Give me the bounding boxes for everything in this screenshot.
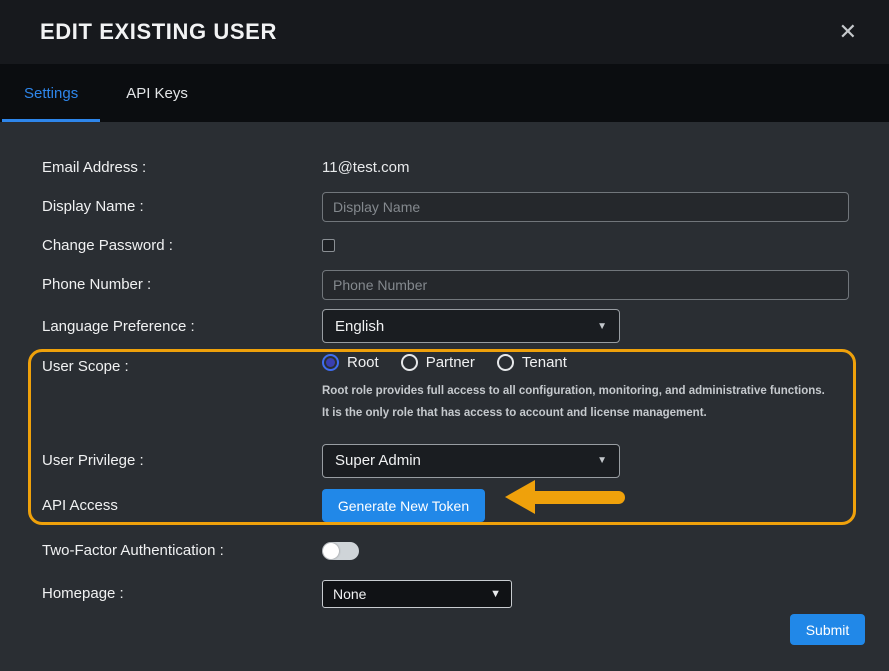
submit-button[interactable]: Submit	[790, 614, 865, 645]
radio-root-label: Root	[347, 354, 379, 371]
phone-label: Phone Number :	[42, 276, 322, 293]
user-privilege-selected-value: Super Admin	[335, 452, 597, 469]
generate-token-button[interactable]: Generate New Token	[322, 489, 485, 522]
help-line-2: It is the only role that has access to a…	[322, 403, 865, 425]
change-password-label: Change Password :	[42, 237, 322, 254]
language-label: Language Preference :	[42, 318, 322, 335]
user-privilege-row: User Privilege : Super Admin ▼	[42, 439, 865, 483]
tab-settings[interactable]: Settings	[0, 64, 102, 122]
change-password-row: Change Password :	[42, 226, 865, 265]
api-access-label: API Access	[42, 497, 322, 514]
radio-selected-icon	[322, 354, 339, 371]
radio-unselected-icon	[401, 354, 418, 371]
help-line-1: Root role provides full access to all co…	[322, 381, 865, 403]
radio-root[interactable]: Root	[322, 354, 379, 371]
display-name-input[interactable]	[322, 192, 849, 222]
user-scope-label: User Scope :	[42, 354, 322, 375]
homepage-select[interactable]: None ▼	[322, 580, 512, 608]
homepage-selected-value: None	[333, 586, 490, 602]
radio-tenant[interactable]: Tenant	[497, 354, 567, 371]
homepage-label: Homepage :	[42, 585, 322, 602]
email-label: Email Address :	[42, 159, 322, 176]
user-scope-row: User Scope : Root Partner Tenant	[42, 354, 865, 425]
chevron-down-icon: ▼	[597, 321, 607, 332]
chevron-down-icon: ▼	[597, 455, 607, 466]
user-privilege-dropdown[interactable]: Super Admin ▼	[322, 444, 620, 478]
tab-api-keys[interactable]: API Keys	[102, 64, 212, 122]
user-scope-radio-group: Root Partner Tenant	[322, 354, 865, 371]
display-name-label: Display Name :	[42, 198, 322, 215]
phone-input[interactable]	[322, 270, 849, 300]
api-access-row: API Access Generate New Token	[42, 483, 865, 529]
homepage-row: Homepage : None ▼	[42, 573, 865, 615]
radio-partner-label: Partner	[426, 354, 475, 371]
toggle-knob	[323, 543, 339, 559]
language-row: Language Preference : English ▼	[42, 304, 865, 348]
language-selected-value: English	[335, 318, 597, 335]
radio-partner[interactable]: Partner	[401, 354, 475, 371]
two-factor-label: Two-Factor Authentication :	[42, 542, 322, 559]
form-body: Email Address : 11@test.com Display Name…	[0, 122, 889, 671]
change-password-checkbox[interactable]	[322, 239, 335, 252]
modal-header: EDIT EXISTING USER ✕	[0, 0, 889, 64]
language-dropdown[interactable]: English ▼	[322, 309, 620, 343]
edit-user-modal: EDIT EXISTING USER ✕ Settings API Keys E…	[0, 0, 889, 671]
user-scope-help-text: Root role provides full access to all co…	[322, 381, 865, 425]
close-icon[interactable]: ✕	[831, 17, 865, 47]
two-factor-toggle[interactable]	[322, 542, 359, 560]
phone-row: Phone Number :	[42, 265, 865, 304]
submit-row: Submit	[790, 614, 865, 645]
email-value: 11@test.com	[322, 159, 409, 176]
user-privilege-label: User Privilege :	[42, 452, 322, 469]
tab-strip: Settings API Keys	[0, 64, 889, 122]
two-factor-row: Two-Factor Authentication :	[42, 529, 865, 573]
radio-tenant-label: Tenant	[522, 354, 567, 371]
page-title: EDIT EXISTING USER	[40, 19, 831, 45]
chevron-down-icon: ▼	[490, 588, 501, 600]
display-name-row: Display Name :	[42, 187, 865, 226]
email-row: Email Address : 11@test.com	[42, 148, 865, 187]
radio-unselected-icon	[497, 354, 514, 371]
